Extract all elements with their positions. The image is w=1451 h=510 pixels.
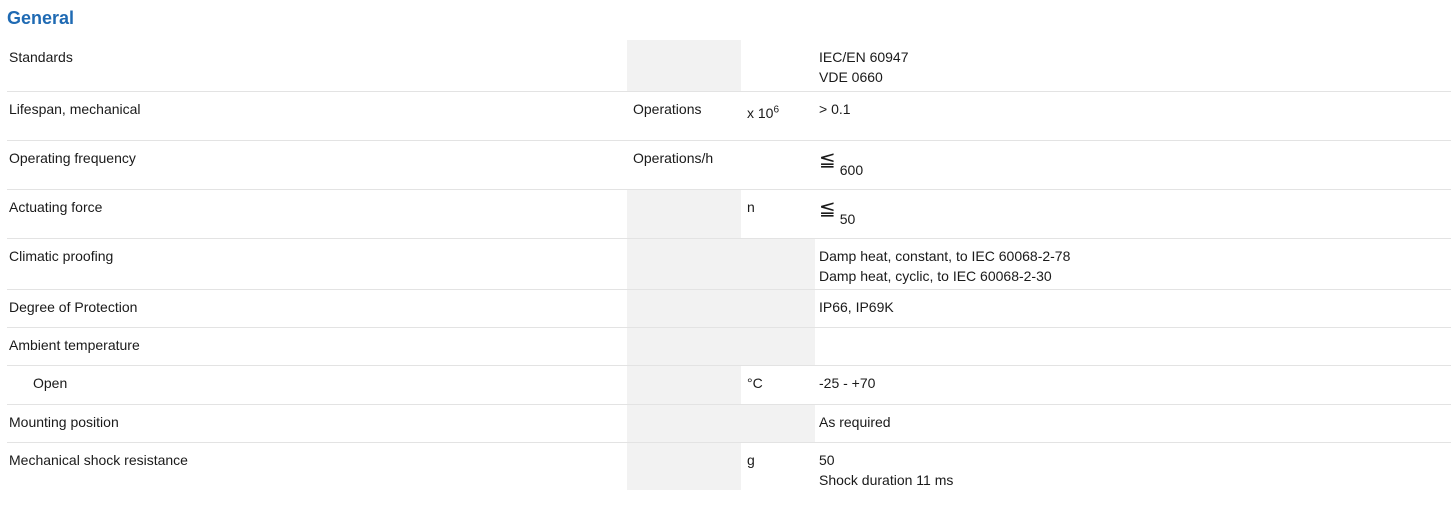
row-unit: Operations/h: [627, 139, 741, 189]
row-value: IP66, IP69K: [815, 288, 1451, 327]
row-unit: [627, 326, 741, 365]
row-label: Degree of Protection: [7, 288, 627, 327]
row-factor: [741, 237, 815, 289]
value-line: VDE 0660: [819, 69, 883, 85]
table-row: Actuating force n ≦ 50: [7, 188, 1451, 238]
row-label: Actuating force: [7, 188, 627, 238]
row-factor: [741, 288, 815, 327]
table-row: Ambient temperature: [7, 326, 1451, 365]
value-number: 50: [839, 210, 856, 227]
table-row: Standards IEC/EN 60947 VDE 0660: [7, 40, 1451, 91]
row-factor: [741, 139, 815, 189]
table-row: Degree of Protection IP66, IP69K: [7, 288, 1451, 327]
less-equal-icon: ≦: [819, 148, 836, 171]
row-value: -25 - +70: [815, 364, 1451, 404]
factor-exponent: 6: [773, 103, 780, 115]
row-value: > 0.1: [815, 90, 1451, 140]
row-unit: [627, 441, 741, 490]
row-label: Mechanical shock resistance: [7, 441, 627, 490]
row-unit: [627, 40, 741, 91]
value-line: Damp heat, constant, to IEC 60068-2-78: [819, 247, 1071, 264]
row-factor: °C: [741, 364, 815, 404]
value-line: IEC/EN 60947: [819, 49, 909, 65]
table-row: Climatic proofing Damp heat, constant, t…: [7, 237, 1451, 289]
value-number: 600: [839, 161, 864, 178]
row-factor: [741, 403, 815, 442]
row-unit: Operations: [627, 90, 741, 140]
row-label: Standards: [9, 49, 73, 65]
row-unit: [627, 403, 741, 442]
row-factor: [741, 326, 815, 365]
row-unit: [627, 188, 741, 238]
row-value: Damp heat, constant, to IEC 60068-2-78 D…: [815, 237, 1451, 289]
row-label: Climatic proofing: [7, 237, 627, 289]
row-value: IEC/EN 60947 VDE 0660: [815, 40, 1451, 91]
row-value: ≦ 600: [815, 139, 1451, 189]
row-label: Lifespan, mechanical: [7, 90, 627, 140]
row-label: Ambient temperature: [7, 326, 627, 365]
row-value: As required: [815, 403, 1451, 442]
section-title: General: [7, 8, 75, 28]
spec-table: Standards IEC/EN 60947 VDE 0660 Lifespan…: [7, 40, 1451, 490]
table-row: Mechanical shock resistance g 50 Shock d…: [7, 441, 1451, 490]
table-row: Lifespan, mechanical Operations x 106 > …: [7, 90, 1451, 140]
table-row: Open °C -25 - +70: [7, 364, 1451, 404]
less-equal-icon: ≦: [819, 197, 836, 220]
row-unit: [627, 288, 741, 327]
row-value: [815, 326, 1451, 365]
row-factor: n: [741, 188, 815, 238]
row-label: Open: [7, 364, 627, 404]
factor-base: x 10: [747, 104, 774, 121]
row-label: Operating frequency: [7, 139, 627, 189]
row-factor: x 106: [741, 90, 815, 140]
row-unit: [627, 364, 741, 404]
value-line: 50: [819, 451, 835, 468]
table-row: Mounting position As required: [7, 403, 1451, 442]
value-line: Shock duration 11 ms: [819, 471, 954, 488]
row-value: ≦ 50: [815, 188, 1451, 238]
row-label: Mounting position: [7, 403, 627, 442]
row-unit: [627, 237, 741, 289]
row-factor: g: [741, 441, 815, 490]
value-line: Damp heat, cyclic, to IEC 60068-2-30: [819, 267, 1052, 284]
row-factor: [741, 40, 815, 91]
table-row: Operating frequency Operations/h ≦ 600: [7, 139, 1451, 189]
row-value: 50 Shock duration 11 ms: [815, 441, 1451, 490]
